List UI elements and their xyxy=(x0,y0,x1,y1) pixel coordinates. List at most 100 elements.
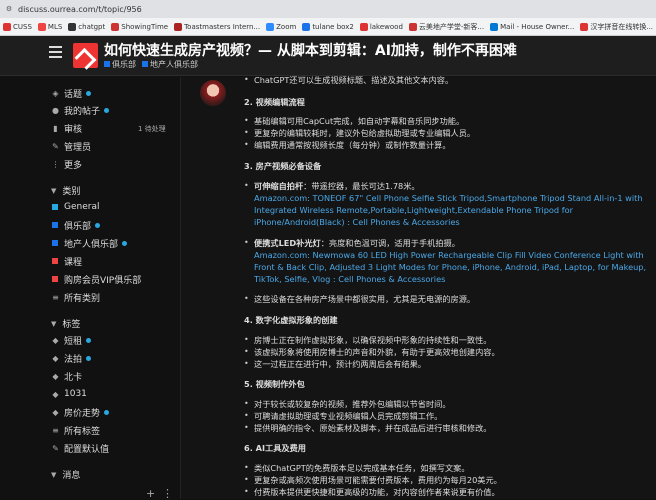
bookmark-item[interactable]: lakewood xyxy=(359,22,403,31)
address-bar[interactable]: ⚙ discuss.ourrea.com/t/topic/956 xyxy=(0,0,656,18)
product-link-led[interactable]: Amazon.com: Newmowa 60 LED High Power Re… xyxy=(254,250,644,260)
add-icon[interactable]: + xyxy=(146,487,155,500)
bookmark-favicon-icon xyxy=(37,22,46,31)
page-title: 如何快速生成房产视频？— 从脚本到剪辑：AI加持，制作不再困难 xyxy=(104,43,517,59)
chevron-down-icon: ▼ xyxy=(51,319,57,328)
sidebar-category-general[interactable]: General xyxy=(51,199,99,215)
tag-icon: ◆ xyxy=(52,389,59,399)
bookmarks-bar: CUSS MLS chatgpt ShowingTime Toastmasters In… xyxy=(0,18,656,36)
bookmark-favicon-icon xyxy=(359,22,368,31)
review-pending-count: 1 待处理 xyxy=(138,125,166,133)
bookmark-item[interactable]: tulane box2 xyxy=(302,22,354,31)
list-item: 该虚拟形象将使用房博士的声音和外貌，有助于更高效地创建内容。 xyxy=(254,347,500,357)
list-item: 类似ChatGPT的免费版本足以完成基本任务，如撰写文案。 xyxy=(254,463,470,473)
bookmark-favicon-icon xyxy=(68,22,77,31)
product-link-tripod[interactable]: Amazon.com: TONEOF 67" Cell Phone Selfie… xyxy=(254,193,643,203)
categories-section-toggle[interactable]: ▼ 类别 xyxy=(51,184,80,198)
list-item: 房博士正在制作虚拟形象，以确保视频中形象的持续性和一致性。 xyxy=(254,335,492,345)
sidebar-all-tags[interactable]: ≡ 所有标签 xyxy=(51,422,100,438)
bookmark-item[interactable]: ShowingTime xyxy=(111,22,168,31)
section-heading: 6. AI工具及费用 xyxy=(244,443,306,453)
hamburger-menu-icon[interactable] xyxy=(49,46,62,58)
list-item: 基础编辑可用CapCut完成，如自动字幕和音乐同步功能。 xyxy=(254,116,465,126)
product-link-led[interactable]: TikTok, Selfie, Vlog : Cell Phones & Acc… xyxy=(254,274,445,284)
tag-icon: ◆ xyxy=(52,407,59,417)
sidebar-item-more[interactable]: ⋮ 更多 xyxy=(51,156,83,172)
user-icon: ● xyxy=(52,105,59,115)
sidebar-item-review[interactable]: ▮ 审核 xyxy=(51,120,82,136)
section-heading: 2. 视频编辑流程 xyxy=(244,97,305,107)
bookmark-item[interactable]: Mail - House Owner... xyxy=(490,22,574,31)
list-item: 更复杂的编辑较耗时，建议外包给虚拟助理或专业编辑人员。 xyxy=(254,128,476,138)
bookmark-favicon-icon xyxy=(580,22,589,31)
list-icon: ≡ xyxy=(52,425,59,435)
bookmark-item[interactable]: CUSS xyxy=(3,22,32,31)
bookmark-favicon-icon xyxy=(111,22,120,31)
list-item: 可伸缩自拍杆：带遥控器，最长可达1.78米。 xyxy=(254,181,420,191)
sidebar-item-admin[interactable]: ✎ 管理员 xyxy=(51,138,91,154)
layers-icon: ◈ xyxy=(52,88,59,98)
bookmark-favicon-icon xyxy=(266,22,275,31)
category-badge-club[interactable]: 俱乐部 xyxy=(104,59,136,70)
bookmark-item[interactable]: 云美地产学堂-新客... xyxy=(408,22,484,32)
list-item: 对于较长或较复杂的视频，推荐外包编辑以节省时间。 xyxy=(254,399,451,409)
list-item: 可聘请虚拟助理或专业视频编辑人员完成剪辑工作。 xyxy=(254,411,443,421)
unread-dot xyxy=(86,90,92,96)
sidebar-category-club[interactable]: 俱乐部 xyxy=(51,217,101,233)
product-link-tripod[interactable]: iPhone/Android(Black) : Cell Phones & Ac… xyxy=(254,217,460,227)
bookmark-favicon-icon xyxy=(408,22,417,31)
list-item: 这些设备在各种房产场景中都很实用，尤其是无电源的房源。 xyxy=(254,294,476,304)
sidebar-configure-defaults[interactable]: ✎ 配置默认值 xyxy=(51,440,109,456)
bookmark-item[interactable]: Zoom xyxy=(266,22,296,31)
bookmark-item[interactable]: Toastmasters Intern... xyxy=(174,22,260,31)
more-menu-icon[interactable]: ⋮ xyxy=(162,487,173,500)
bookmark-item[interactable]: 汉字拼音在线转换... xyxy=(580,22,653,32)
tag-icon: ◆ xyxy=(52,353,59,363)
pencil-icon: ✎ xyxy=(52,443,59,453)
messages-section-toggle[interactable]: ▼ 消息 xyxy=(51,468,80,482)
bookmark-item[interactable]: chatgpt xyxy=(68,22,105,31)
sidebar-tag[interactable]: ◆ 北卡 xyxy=(51,368,82,384)
chevron-down-icon: ▼ xyxy=(51,186,57,195)
flag-icon: ▮ xyxy=(53,123,58,133)
list-item: 提供明确的指令、原始素材及脚本，并在成品后进行审核和修改。 xyxy=(254,423,492,433)
list-item: 付费版本提供更快捷和更高级的功能，对内容创作者来说更有价值。 xyxy=(254,487,500,497)
sidebar-item-topics[interactable]: ◈ 话题 xyxy=(51,85,92,101)
sidebar-tag[interactable]: ◆ 房价走势 xyxy=(51,404,110,420)
product-link-led[interactable]: Front & Back Clip, Adjusted 3 Light Mode… xyxy=(254,262,646,272)
tag-icon: ◆ xyxy=(52,371,59,381)
section-heading: 4. 数字化虚拟形象的创建 xyxy=(244,315,338,325)
list-item: 编辑费用通常按视频长度（每分钟）或制作数量计算。 xyxy=(254,140,451,150)
category-badge-realtor-club[interactable]: 地产人俱乐部 xyxy=(142,59,198,70)
site-info-icon[interactable]: ⚙ xyxy=(4,4,14,14)
sidebar-item-my-posts[interactable]: ● 我的帖子 xyxy=(51,102,110,118)
sidebar-all-categories[interactable]: ≡ 所有类别 xyxy=(51,289,100,305)
sidebar-category-vip[interactable]: 购房会员VIP俱乐部 xyxy=(51,271,141,287)
bookmark-favicon-icon xyxy=(3,22,11,31)
product-link-tripod[interactable]: Integrated Wireless Remote,Portable,Ligh… xyxy=(254,205,573,215)
list-icon: ≡ xyxy=(52,292,59,302)
bookmark-favicon-icon xyxy=(302,22,311,31)
section-heading: 3. 房产视频必备设备 xyxy=(244,161,322,171)
avatar[interactable] xyxy=(200,80,226,106)
sidebar-tag[interactable]: ◆ 法拍 xyxy=(51,350,92,366)
sidebar-category-courses[interactable]: 课程 xyxy=(51,253,82,269)
topic-category-badges: 俱乐部 地产人俱乐部 xyxy=(104,59,198,70)
list-item: 便携式LED补光灯：亮度和色温可调，适用于手机拍摄。 xyxy=(254,238,460,248)
sidebar-tag[interactable]: ◆ 短租 xyxy=(51,332,92,348)
tags-section-toggle[interactable]: ▼ 标签 xyxy=(51,317,80,331)
bookmark-item[interactable]: MLS xyxy=(37,22,62,31)
more-icon: ⋮ xyxy=(51,159,60,169)
bookmark-favicon-icon xyxy=(490,22,499,31)
section-heading: 5. 视频制作外包 xyxy=(244,379,305,389)
chevron-down-icon: ▼ xyxy=(51,470,57,479)
unread-dot xyxy=(104,107,110,113)
sidebar-tag[interactable]: ◆ 1031 xyxy=(51,386,86,402)
wrench-icon: ✎ xyxy=(52,141,59,151)
post-paragraph: ChatGPT还可以生成视频标题、描述及其他文本内容。 xyxy=(254,75,454,85)
site-logo[interactable] xyxy=(73,43,98,68)
sidebar-category-realtor-club[interactable]: 地产人俱乐部 xyxy=(51,235,128,251)
list-item: 更复杂或高频次使用场景可能需要付费版本，费用约为每月20美元。 xyxy=(254,475,502,485)
url-text: discuss.ourrea.com/t/topic/956 xyxy=(18,4,142,14)
bookmark-favicon-icon xyxy=(174,22,183,31)
